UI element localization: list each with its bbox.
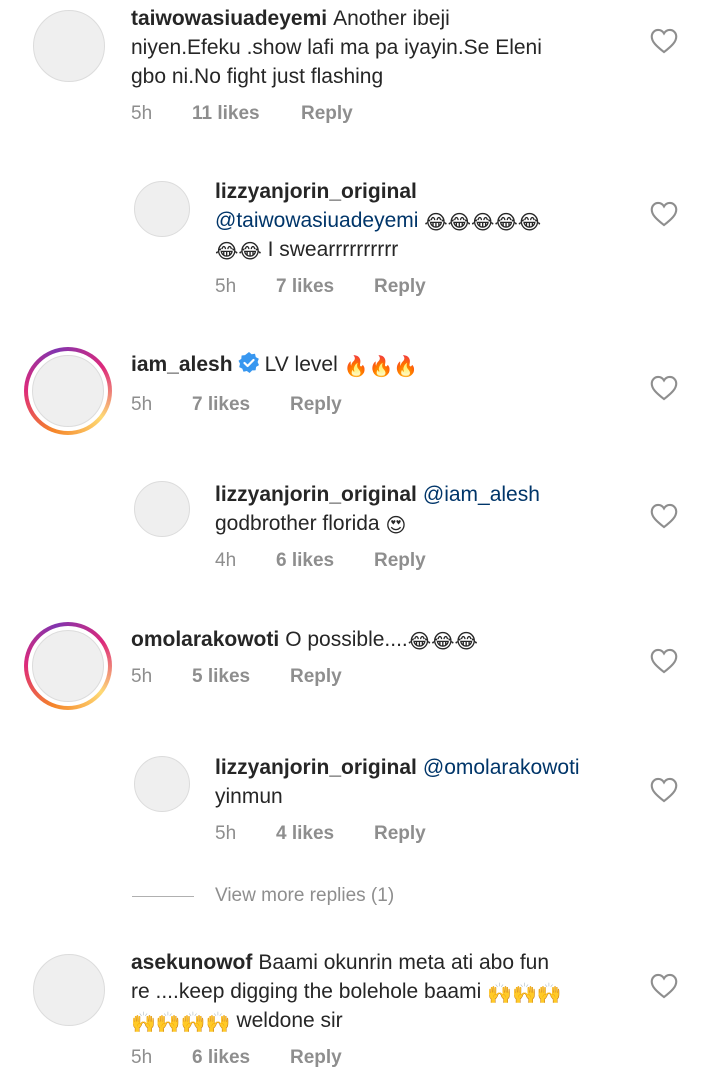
heart-icon[interactable] [650,201,678,227]
heart-icon[interactable] [650,777,678,803]
username[interactable]: lizzyanjorin_original [215,756,417,779]
story-ring-avatar[interactable] [24,622,112,710]
mention-link[interactable]: @taiwowasiuadeyemi [215,209,418,232]
view-more-divider [132,896,194,897]
heart-icon[interactable] [650,973,678,999]
raised-hands-emoji-icon: 🙌🙌🙌🙌 [131,1012,231,1034]
comment-text: lizzyanjorin_original @iam_alesh godbroth… [215,480,540,538]
avatar [32,355,104,427]
timestamp: 5h [131,666,153,687]
timestamp: 5h [215,823,237,844]
reply-button[interactable]: Reply [301,103,353,125]
reply-button[interactable]: Reply [290,1047,342,1069]
likes-count[interactable]: 6 likes [276,550,374,572]
reply-item: lizzyanjorin_original @iam_alesh godbroth… [0,470,720,580]
comment-body: yinmun [215,785,283,808]
heart-icon[interactable] [650,375,678,401]
username[interactable]: lizzyanjorin_original [215,180,417,203]
likes-count[interactable]: 7 likes [192,394,290,416]
comment-item: iam_alesh LV level 🔥🔥🔥 5h 7 likes Reply [0,340,720,440]
reply-button[interactable]: Reply [290,666,342,688]
comment-meta: 5h 11 likes Reply [131,103,353,125]
comment-text: taiwowasiuadeyemi Another ibeji niyen.Efe… [131,4,542,91]
timestamp: 4h [215,550,237,571]
heart-eyes-emoji-icon: 😍 [385,515,407,537]
reply-button[interactable]: Reply [290,394,342,416]
raised-hands-emoji-icon: 🙌🙌🙌 [487,983,562,1005]
comment-text: iam_alesh LV level 🔥🔥🔥 [131,350,418,379]
story-ring-avatar[interactable] [24,347,112,435]
comment-body: Another ibeji [333,7,450,30]
username[interactable]: asekunowof [131,951,252,974]
reply-item: lizzyanjorin_original @omolarakowoti yinm… [0,745,720,855]
comment-text: asekunowof Baami okunrin meta ati abo fun… [131,948,562,1035]
comment-meta: 5h 4 likes Reply [215,823,426,845]
username[interactable]: taiwowasiuadeyemi [131,7,327,30]
avatar [32,630,104,702]
comment-meta: 5h 5 likes Reply [131,666,342,688]
laughing-emoji-icon: 😂😂😂😂😂 [424,212,542,234]
comment-meta: 4h 6 likes Reply [215,550,426,572]
avatar[interactable] [33,10,105,82]
comment-text: omolarakowoti O possible....😂😂😂 [131,625,478,654]
reply-button[interactable]: Reply [374,276,426,298]
comment-body: gbo ni.No fight just flashing [131,65,384,88]
laughing-emoji-icon: 😂😂😂 [407,631,478,653]
mention-link[interactable]: @omolarakowoti [423,756,580,779]
mention-link[interactable]: @iam_alesh [423,483,540,506]
comment-item: taiwowasiuadeyemi Another ibeji niyen.Efe… [0,0,720,140]
avatar[interactable] [33,954,105,1026]
verified-badge-icon [238,352,259,373]
likes-count[interactable]: 7 likes [276,276,374,298]
likes-count[interactable]: 11 likes [192,103,301,125]
comment-body: LV level [264,353,338,376]
comment-body: weldone sir [236,1009,343,1032]
avatar[interactable] [134,181,190,237]
reply-button[interactable]: Reply [374,550,426,572]
laughing-emoji-icon: 😂😂 [215,241,262,263]
heart-icon[interactable] [650,28,678,54]
comment-text: lizzyanjorin_original @omolarakowoti yinm… [215,753,580,811]
username[interactable]: iam_alesh [131,353,233,376]
comment-item: omolarakowoti O possible....😂😂😂 5h 5 likes… [0,615,720,715]
heart-icon[interactable] [650,503,678,529]
likes-count[interactable]: 4 likes [276,823,374,845]
view-more-replies-button[interactable]: View more replies (1) [215,885,394,907]
comment-body: Baami okunrin meta ati abo fun [258,951,550,974]
reply-item: lizzyanjorin_original @taiwowasiuadeyemi… [0,170,720,310]
likes-count[interactable]: 5 likes [192,666,290,688]
comment-item: asekunowof Baami okunrin meta ati abo fun… [0,940,720,1080]
comment-body: I swearrrrrrrrrr [267,238,399,261]
reply-button[interactable]: Reply [374,823,426,845]
fire-emoji-icon: 🔥🔥🔥 [343,356,419,378]
comment-meta: 5h 7 likes Reply [131,394,342,416]
comment-meta: 5h 7 likes Reply [215,276,426,298]
username[interactable]: omolarakowoti [131,628,279,651]
comment-body: niyen.Efeku .show lafi ma pa iyayin.Se E… [131,36,542,59]
comment-body: re ....keep digging the bolehole baami [131,980,482,1003]
likes-count[interactable]: 6 likes [192,1047,290,1069]
heart-icon[interactable] [650,648,678,674]
timestamp: 5h [131,1047,153,1068]
avatar[interactable] [134,756,190,812]
avatar[interactable] [134,481,190,537]
comment-body: godbrother florida [215,512,380,535]
comment-meta: 5h 6 likes Reply [131,1047,342,1069]
timestamp: 5h [131,103,153,124]
comment-text: lizzyanjorin_original @taiwowasiuadeyemi… [215,177,541,264]
timestamp: 5h [215,276,237,297]
comment-body: O possible.... [285,628,408,651]
username[interactable]: lizzyanjorin_original [215,483,417,506]
timestamp: 5h [131,394,153,415]
